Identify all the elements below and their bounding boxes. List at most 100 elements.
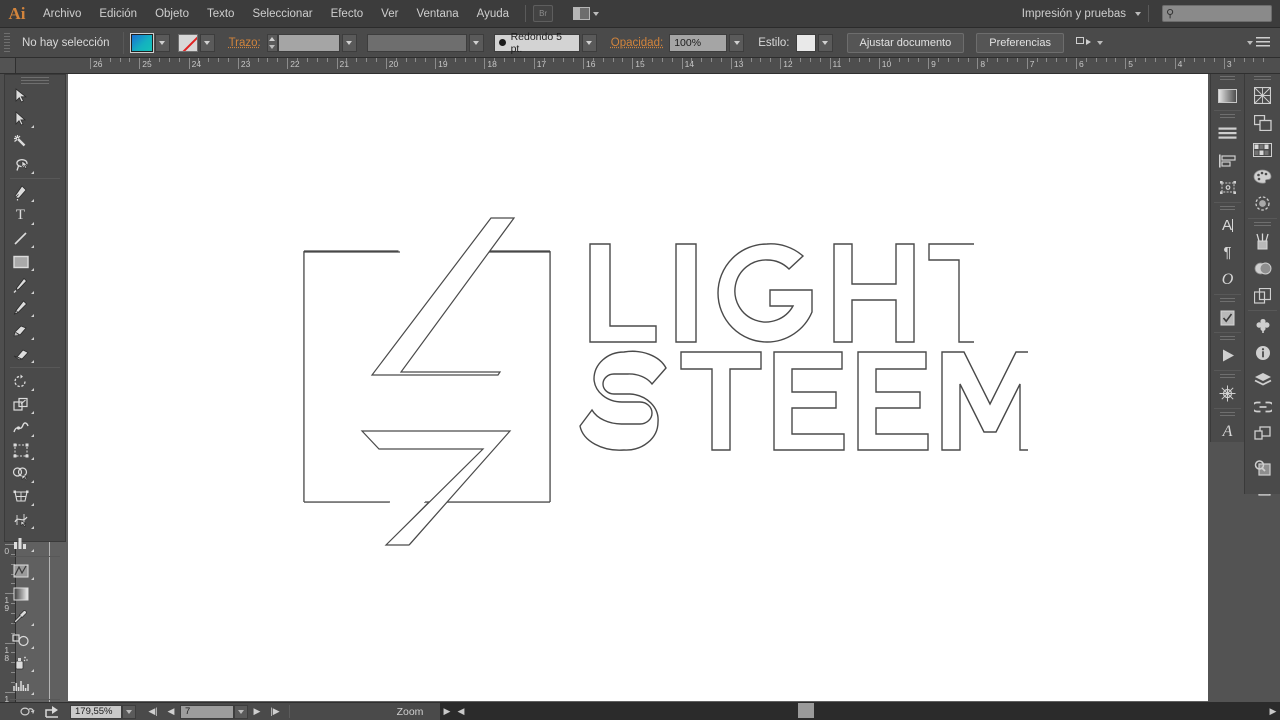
direct-selection-tool[interactable]	[5, 107, 36, 130]
stroke-weight-field[interactable]	[278, 34, 340, 52]
separation-preview-panel-icon[interactable]	[1211, 380, 1244, 407]
dock-grip[interactable]	[1220, 74, 1235, 82]
paragraph-panel-icon[interactable]: ¶	[1211, 239, 1244, 266]
paragraph-styles-panel-icon[interactable]	[1211, 120, 1244, 147]
color-panel-icon[interactable]	[1245, 163, 1280, 190]
align-icon[interactable]	[1076, 36, 1103, 50]
fill-color-swatch[interactable]	[131, 34, 153, 52]
variable-width-profile-field[interactable]	[367, 34, 467, 52]
perspective-grid-tool[interactable]	[5, 485, 36, 508]
stroke-weight-label[interactable]: Trazo:	[223, 37, 267, 49]
mesh-tool[interactable]	[5, 508, 36, 531]
stroke-weight-dropdown[interactable]	[342, 34, 357, 52]
graphic-style-dropdown[interactable]	[818, 34, 833, 52]
swatches-panel-icon[interactable]	[1245, 136, 1280, 163]
tools-panel-grip[interactable]	[21, 75, 49, 84]
menu-ayuda[interactable]: Ayuda	[468, 0, 518, 28]
eyedropper-tool[interactable]	[5, 605, 36, 628]
rectangle-tool[interactable]	[5, 250, 36, 273]
brushes-panel-icon[interactable]	[1245, 228, 1280, 255]
horizontal-ruler[interactable]: 26 25 24 23 22 21 20 19 18 17 16 15 14 13 12 11 10 9 8 7 6 5 4…	[16, 58, 1280, 74]
menu-objeto[interactable]: Objeto	[146, 0, 198, 28]
shape-builder-tool[interactable]	[5, 462, 36, 485]
line-segment-tool[interactable]	[5, 227, 36, 250]
symbol-sprayer-tool[interactable]	[5, 651, 36, 674]
bridge-icon[interactable]: Br	[533, 5, 553, 22]
appearance-panel-icon[interactable]	[1211, 304, 1244, 331]
workspace-switcher[interactable]: Impresión y pruebas	[1013, 0, 1135, 28]
pen-tool[interactable]	[5, 181, 36, 204]
scroll-left-icon[interactable]: ◀	[454, 702, 468, 720]
first-artboard-button[interactable]: ◀|	[144, 703, 162, 720]
glyphs-panel-icon[interactable]: A	[1211, 418, 1244, 445]
search-input[interactable]: ⚲	[1162, 5, 1272, 22]
graphic-styles-panel-icon[interactable]	[1245, 312, 1280, 339]
transparency-panel-icon[interactable]	[1245, 82, 1280, 109]
pathfinder-panel-icon[interactable]	[1245, 109, 1280, 136]
canvas-area[interactable]	[16, 74, 1208, 702]
gradient-tool[interactable]	[5, 582, 36, 605]
preferences-button[interactable]: Preferencias	[976, 33, 1064, 53]
variable-width-profile-dropdown[interactable]	[469, 34, 484, 52]
dock-grip[interactable]	[1220, 410, 1235, 418]
artboard-number-field[interactable]: 7	[180, 705, 234, 719]
menu-archivo[interactable]: Archivo	[34, 0, 90, 28]
dock-grip[interactable]	[1254, 220, 1271, 228]
column-graph-tool[interactable]	[5, 531, 36, 554]
scroll-right-icon[interactable]: ▶	[1266, 702, 1280, 720]
scroll-track[interactable]	[468, 702, 1266, 720]
magic-wand-tool[interactable]	[5, 130, 36, 153]
character-panel-icon[interactable]: A	[1211, 212, 1244, 239]
info-panel-icon[interactable]	[1245, 339, 1280, 366]
menu-ver[interactable]: Ver	[372, 0, 407, 28]
previous-artboard-button[interactable]: ◀	[162, 703, 180, 720]
artboards-panel-icon[interactable]	[1245, 282, 1280, 309]
bar-graph-tool[interactable]	[5, 674, 36, 697]
dock-grip[interactable]	[1220, 204, 1235, 212]
opacity-label[interactable]: Opacidad:	[605, 37, 669, 49]
eraser-tool[interactable]	[5, 342, 36, 365]
brush-definition-field[interactable]: Redondo 5 pt.	[494, 34, 580, 52]
next-artboard-button[interactable]: ▶	[248, 703, 266, 720]
menu-ventana[interactable]: Ventana	[407, 0, 467, 28]
scale-tool[interactable]	[5, 393, 36, 416]
navigator-secondary-icon[interactable]	[1245, 454, 1280, 481]
stroke-color-swatch[interactable]	[178, 34, 198, 52]
selection-tool[interactable]	[5, 84, 36, 107]
panel-menu-icon[interactable]	[1256, 37, 1270, 49]
graphic-style-swatch[interactable]	[796, 34, 816, 52]
document-setup-button[interactable]: Ajustar documento	[847, 33, 965, 53]
layers-panel-icon[interactable]	[1245, 366, 1280, 393]
paintbrush-tool[interactable]	[5, 273, 36, 296]
dock-grip[interactable]	[1254, 74, 1271, 82]
lasso-tool[interactable]	[5, 153, 36, 176]
scroll-thumb[interactable]	[798, 703, 814, 718]
dock-grip[interactable]	[1220, 112, 1235, 120]
free-transform-tool[interactable]	[5, 439, 36, 462]
zoom-level-dropdown[interactable]	[122, 705, 136, 719]
artboard-dropdown[interactable]	[234, 705, 248, 719]
stroke-weight-stepper[interactable]	[267, 34, 278, 52]
color-guide-panel-icon[interactable]	[1245, 190, 1280, 217]
share-icon[interactable]	[40, 703, 64, 720]
menu-seleccionar[interactable]: Seleccionar	[243, 0, 321, 28]
arrange-documents-button[interactable]	[567, 4, 605, 24]
horizontal-scrollbar[interactable]: ▶ ◀ ▶	[440, 702, 1280, 720]
opacity-dropdown[interactable]	[729, 34, 744, 52]
zoom-level-field[interactable]: 179,55%	[70, 705, 122, 719]
flash-text-panel-icon[interactable]	[1211, 342, 1244, 369]
links-panel-icon[interactable]	[1245, 393, 1280, 420]
dock-grip[interactable]	[1220, 334, 1235, 342]
opacity-field[interactable]: 100%	[669, 34, 727, 52]
transform-panel-icon[interactable]	[1211, 174, 1244, 201]
width-tool[interactable]	[5, 416, 36, 439]
control-bar-grip[interactable]	[4, 33, 10, 53]
fill-dropdown[interactable]	[155, 34, 170, 52]
stroke-dropdown[interactable]	[200, 34, 215, 52]
cloud-sync-icon[interactable]	[16, 703, 40, 720]
brush-definition-dropdown[interactable]	[582, 34, 597, 52]
artwork-logo[interactable]	[288, 212, 1028, 552]
align-panel-icon[interactable]	[1211, 147, 1244, 174]
ruler-corner[interactable]	[0, 58, 16, 74]
dock-grip[interactable]	[1220, 372, 1235, 380]
